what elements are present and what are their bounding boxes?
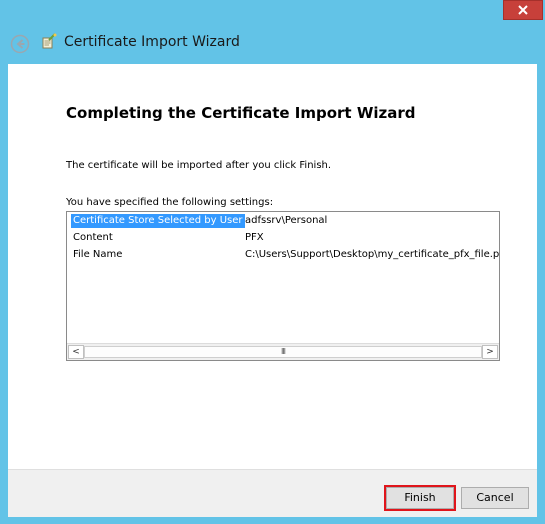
info-text: The certificate will be imported after y… [66, 160, 332, 171]
back-button[interactable] [10, 34, 30, 54]
title-bar: Certificate Import Wizard [0, 22, 545, 64]
page-heading: Completing the Certificate Import Wizard [66, 104, 416, 122]
wizard-footer: Finish Cancel [8, 469, 537, 517]
finish-button[interactable]: Finish [386, 487, 454, 509]
scroll-thumb[interactable]: III [84, 346, 482, 358]
back-arrow-icon [10, 34, 30, 54]
setting-value: adfssrv\Personal [245, 215, 328, 226]
setting-name: Content [73, 232, 113, 243]
certificate-wizard-icon [40, 33, 58, 51]
settings-row[interactable]: File Name C:\Users\Support\Desktop\my_ce… [67, 246, 499, 263]
settings-list[interactable]: Certificate Store Selected by User adfss… [66, 211, 500, 361]
setting-value: PFX [245, 232, 264, 243]
scroll-left-button[interactable]: < [68, 345, 84, 359]
settings-row[interactable]: Content PFX [67, 229, 499, 246]
setting-name: Certificate Store Selected by User [71, 214, 245, 228]
setting-value: C:\Users\Support\Desktop\my_certificate_… [245, 249, 500, 260]
wizard-content: Completing the Certificate Import Wizard… [8, 64, 537, 469]
setting-name: File Name [73, 249, 123, 260]
window-title: Certificate Import Wizard [64, 34, 240, 50]
close-button[interactable] [503, 0, 543, 20]
window-frame: Certificate Import Wizard Completing the… [0, 0, 545, 524]
settings-row[interactable]: Certificate Store Selected by User adfss… [67, 212, 499, 229]
scroll-right-button[interactable]: > [482, 345, 498, 359]
horizontal-scrollbar[interactable]: < III > [67, 343, 499, 360]
settings-label: You have specified the following setting… [66, 197, 274, 208]
close-icon [518, 5, 528, 15]
cancel-button[interactable]: Cancel [461, 487, 529, 509]
